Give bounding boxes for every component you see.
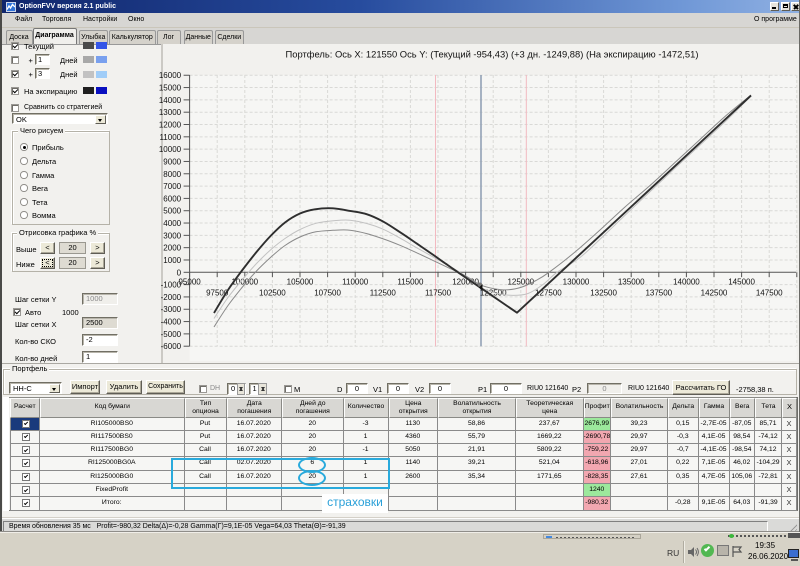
svg-text:135000: 135000 (618, 278, 645, 287)
svg-text:11000: 11000 (159, 133, 181, 142)
svg-text:-3000: -3000 (161, 305, 182, 314)
svg-text:137500: 137500 (645, 289, 672, 298)
svg-text:6000: 6000 (163, 194, 181, 203)
svg-text:2000: 2000 (163, 244, 181, 253)
svg-text:112500: 112500 (370, 289, 397, 298)
svg-text:-6000: -6000 (161, 342, 182, 351)
svg-text:147500: 147500 (756, 289, 783, 298)
svg-text:7000: 7000 (163, 182, 181, 191)
svg-text:132500: 132500 (590, 289, 617, 298)
svg-text:-2000: -2000 (161, 293, 182, 302)
svg-text:0: 0 (177, 268, 182, 277)
svg-text:13000: 13000 (159, 108, 182, 117)
svg-text:1000: 1000 (163, 256, 181, 265)
svg-text:5000: 5000 (163, 207, 181, 216)
svg-text:Портфель: Ось X: 121550 Ось Y:: Портфель: Ось X: 121550 Ось Y: (Текущий … (286, 49, 699, 60)
svg-text:140000: 140000 (673, 278, 700, 287)
svg-text:110000: 110000 (342, 278, 369, 287)
svg-text:142500: 142500 (701, 289, 728, 298)
svg-text:4000: 4000 (163, 219, 181, 228)
svg-text:8000: 8000 (163, 170, 181, 179)
svg-text:105000: 105000 (287, 278, 314, 287)
svg-text:107500: 107500 (314, 289, 341, 298)
svg-text:16000: 16000 (159, 71, 182, 80)
svg-text:12000: 12000 (159, 121, 182, 130)
svg-text:-4000: -4000 (161, 318, 182, 327)
svg-text:9000: 9000 (163, 157, 181, 166)
svg-text:102500: 102500 (259, 289, 286, 298)
svg-text:95000: 95000 (178, 278, 201, 287)
svg-text:115000: 115000 (397, 278, 424, 287)
svg-text:14000: 14000 (159, 96, 182, 105)
svg-text:125000: 125000 (507, 278, 534, 287)
svg-text:117500: 117500 (425, 289, 452, 298)
svg-text:-5000: -5000 (161, 330, 182, 339)
svg-text:15000: 15000 (159, 84, 182, 93)
svg-text:130000: 130000 (563, 278, 590, 287)
svg-text:3000: 3000 (163, 231, 181, 240)
svg-text:145000: 145000 (728, 278, 755, 287)
svg-text:10000: 10000 (159, 145, 182, 154)
